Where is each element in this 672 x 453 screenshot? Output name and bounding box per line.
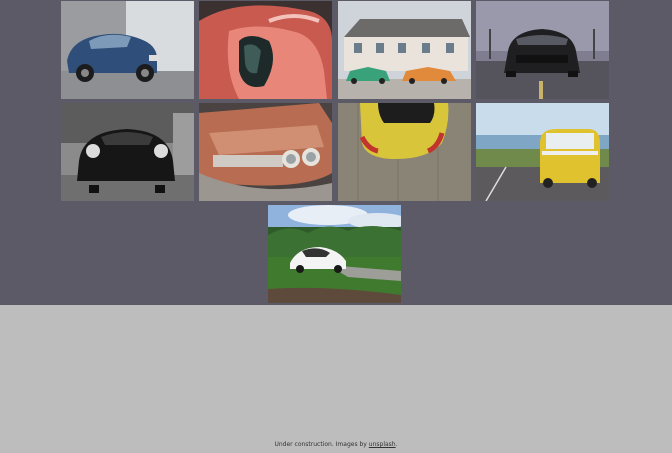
photo-black-mustang[interactable] <box>476 1 609 99</box>
photo-rusty-classic[interactable] <box>199 103 332 201</box>
photo-red-ferrari-image <box>199 1 332 99</box>
unsplash-link[interactable]: unsplash <box>369 441 396 448</box>
photo-vintage-cars-house[interactable] <box>338 1 471 99</box>
photo-blue-bentley-image <box>61 1 194 99</box>
photo-yellow-sportscar-image <box>338 103 471 201</box>
photo-gallery <box>0 0 672 305</box>
photo-yellow-vw-van-image <box>476 103 609 201</box>
photo-yellow-vw-van[interactable] <box>476 103 609 201</box>
footer: Under construction. Images by unsplash. <box>0 441 672 449</box>
photo-yellow-sportscar[interactable] <box>338 103 471 201</box>
photo-blue-bentley[interactable] <box>61 1 194 99</box>
photo-red-ferrari[interactable] <box>199 1 332 99</box>
photo-black-mustang-image <box>476 1 609 99</box>
photo-black-porsche-image <box>61 103 194 201</box>
photo-vintage-cars-house-image <box>338 1 471 99</box>
photo-white-tesla-image <box>268 205 401 303</box>
photo-black-porsche[interactable] <box>61 103 194 201</box>
photo-white-tesla[interactable] <box>268 205 401 303</box>
photo-rusty-classic-image <box>199 103 332 201</box>
footer-text: Under construction. Images by <box>274 441 367 448</box>
footer-period: . <box>395 441 398 448</box>
